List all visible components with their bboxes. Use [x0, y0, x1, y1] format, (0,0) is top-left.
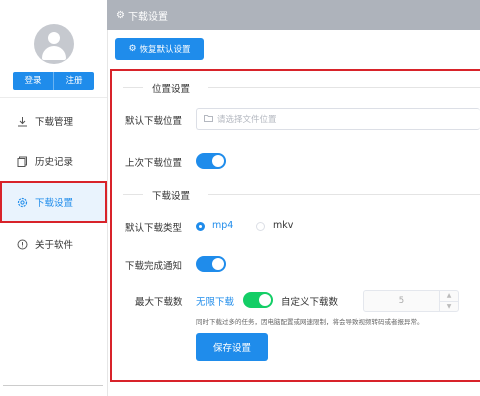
sidebar-item-history[interactable]: 历史记录	[0, 143, 107, 179]
path-input[interactable]: 请选择文件位置	[196, 108, 480, 130]
chevron-up-icon[interactable]: ▲	[440, 291, 458, 302]
sidebar-item-download-settings[interactable]: 下载设置	[0, 181, 107, 223]
max-downloads-toggle[interactable]	[243, 292, 273, 308]
folder-icon	[204, 114, 213, 124]
sidebar-item-about[interactable]: 关于软件	[0, 226, 107, 262]
last-location-label: 上次下载位置	[125, 158, 183, 169]
type-mp4-radio[interactable]	[196, 222, 205, 231]
sidebar-item-label: 下载设置	[35, 198, 74, 209]
avatar-body	[42, 46, 66, 60]
avatar[interactable]	[34, 24, 74, 64]
page-title: 下载设置	[127, 11, 168, 23]
custom-count-stepper[interactable]: 5 ▲ ▼	[363, 290, 459, 312]
section-divider	[123, 194, 143, 195]
notify-toggle[interactable]	[196, 256, 226, 272]
notify-label: 下载完成通知	[125, 261, 183, 272]
save-settings-button[interactable]: 保存设置	[196, 333, 268, 361]
max-downloads-label: 最大下载数	[135, 297, 183, 308]
section-divider	[208, 194, 480, 195]
sidebar-item-label: 关于软件	[35, 240, 74, 251]
auth-buttons: 登录 注册	[13, 72, 94, 90]
max-downloads-hint: 同时下载过多的任务，因电脑配置或网速限制，将会导致视频转码或者报异常。	[196, 318, 424, 326]
section-divider	[123, 87, 143, 88]
history-icon	[16, 155, 28, 167]
divider	[0, 97, 107, 98]
avatar-head	[48, 32, 60, 44]
type-mkv-radio[interactable]	[256, 222, 265, 231]
register-button[interactable]: 注册	[54, 72, 94, 90]
chevron-down-icon[interactable]: ▼	[440, 302, 458, 312]
default-path-label: 默认下载位置	[125, 116, 183, 127]
sidebar: 登录 注册 下载管理 历史记录 下载设置 关于软件	[0, 0, 108, 396]
sidebar-item-label: 下载管理	[35, 117, 74, 128]
download-icon	[16, 115, 28, 127]
page-header: ⚙ 下载设置	[107, 0, 480, 30]
section-divider	[208, 87, 480, 88]
stepper-arrows: ▲ ▼	[439, 291, 458, 311]
sidebar-bottom-line	[3, 385, 103, 386]
unlimited-label[interactable]: 无限下载	[196, 294, 234, 308]
custom-count-label[interactable]: 自定义下载数	[281, 294, 338, 308]
reset-defaults-label: 恢复默认设置	[139, 45, 191, 55]
download-section-title: 下载设置	[152, 191, 191, 202]
path-placeholder: 请选择文件位置	[217, 115, 277, 125]
sidebar-item-download-manager[interactable]: 下载管理	[0, 103, 107, 139]
custom-count-value[interactable]: 5	[364, 291, 439, 311]
info-icon	[16, 238, 28, 250]
gear-icon: ⚙	[128, 44, 137, 54]
last-location-toggle[interactable]	[196, 153, 226, 169]
download-type-label: 默认下载类型	[125, 223, 183, 234]
reset-defaults-button[interactable]: ⚙ 恢复默认设置	[115, 38, 204, 60]
sidebar-item-label: 历史记录	[35, 157, 74, 168]
location-section-title: 位置设置	[152, 84, 191, 95]
type-mp4-label[interactable]: mp4	[212, 220, 233, 231]
login-button[interactable]: 登录	[13, 72, 54, 90]
gear-icon	[16, 196, 28, 208]
type-mkv-label[interactable]: mkv	[273, 220, 293, 231]
gear-icon: ⚙	[116, 9, 125, 21]
